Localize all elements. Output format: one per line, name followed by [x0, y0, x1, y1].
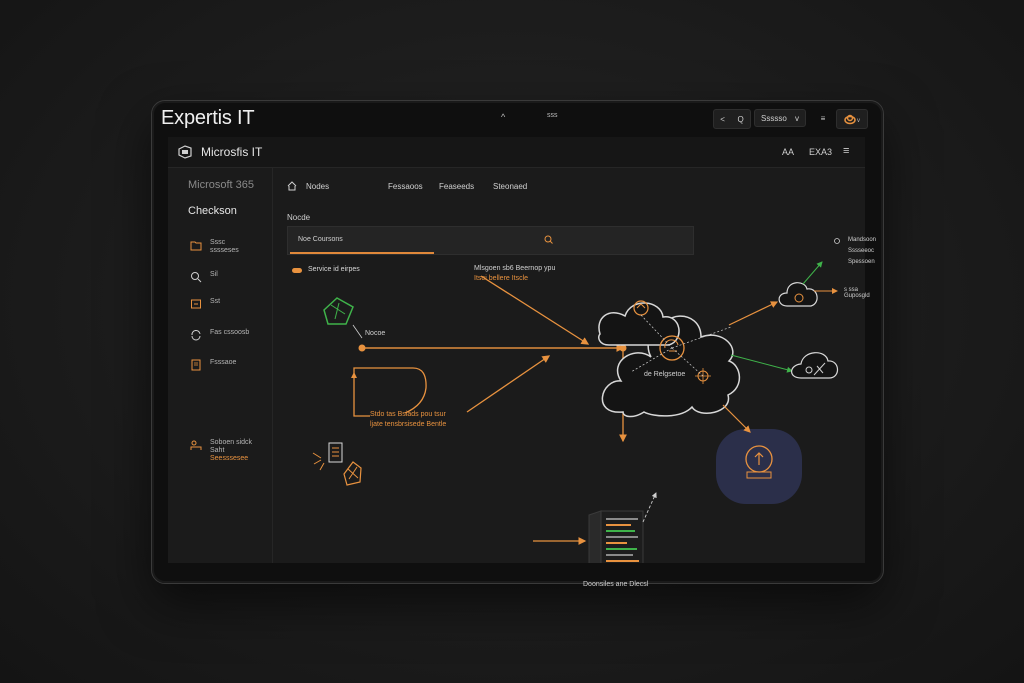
- app-logo-icon: [178, 145, 192, 159]
- cloud-badge-icon: v: [844, 114, 860, 125]
- network-diagram: [292, 238, 840, 563]
- sidebar-item-1[interactable]: Sssc sssseses: [190, 239, 239, 255]
- person-icon: [190, 440, 202, 450]
- window-topbar: Expertis IT ^ sss < Q Ssssso v ≡ v: [152, 101, 883, 137]
- security-badge[interactable]: [716, 429, 802, 504]
- document-icon: [191, 359, 201, 371]
- flow-label-2: Itsoi bellere Itscle: [474, 275, 529, 282]
- sidebar-item-2[interactable]: Sil: [190, 271, 218, 283]
- dropdown-label: Ssssso: [761, 113, 787, 123]
- footer-highlight: Seesssesee: [210, 455, 249, 462]
- sidebar-item-4[interactable]: Fas cssoosb: [190, 329, 249, 341]
- app-screen: Microsfis IT AA EXA3 ≡ Microsoft 365 Che…: [168, 137, 876, 588]
- service-pill-icon: [292, 268, 302, 273]
- right-item-1: Mandsoon: [848, 237, 877, 243]
- diag-arrow-1: [480, 275, 590, 345]
- annotation-1: Stdo tas Bsiads pou tsur: [370, 411, 446, 418]
- sidebar-item-3[interactable]: Sst: [190, 298, 220, 310]
- cloud-label: de Relgsetoe: [644, 371, 686, 378]
- search-icon: [191, 272, 202, 283]
- sync-icon: [191, 330, 201, 341]
- topbar-center-label: sss: [547, 112, 558, 119]
- right-item-4: s ssa Guposgld: [844, 287, 870, 299]
- sidebar-heading: Checkson: [188, 205, 237, 217]
- sidebar-item-label: Fsssaoe: [210, 359, 237, 366]
- connector-line: [352, 324, 363, 339]
- green-arrow: [802, 261, 823, 285]
- back-icon[interactable]: <: [720, 115, 725, 124]
- green-link: [730, 354, 793, 373]
- server-label: Doonsiles ane Dlecsl: [583, 581, 649, 588]
- account-dropdown[interactable]: Ssssso v: [754, 109, 806, 127]
- sidebar-item-sublabel: sssseses: [210, 247, 239, 254]
- app-title: Microsfis IT: [201, 145, 263, 159]
- chevron-down-icon: v: [795, 113, 799, 123]
- chevron-up-icon[interactable]: ^: [501, 112, 505, 122]
- server-rack-icon[interactable]: [588, 510, 644, 563]
- right-item-3: Spessoen: [848, 259, 875, 265]
- sidebar-footer[interactable]: Soboen sidck Saht Seesssesee: [190, 439, 252, 463]
- tools-icon[interactable]: [343, 461, 362, 486]
- nav-button-group: < Q: [713, 109, 751, 129]
- search-icon[interactable]: Q: [737, 115, 743, 124]
- profile-button[interactable]: v: [836, 109, 868, 129]
- badge-arrow: [722, 404, 751, 433]
- box-icon: [191, 299, 201, 309]
- brand-title: Expertis IT: [161, 107, 255, 129]
- footer-label: Soboen sidck: [210, 439, 253, 446]
- sidebar-item-label: Sssc: [210, 239, 226, 246]
- tablet-frame: Expertis IT ^ sss < Q Ssssso v ≡ v Micro…: [151, 100, 884, 588]
- menu-icon[interactable]: ≡: [814, 109, 832, 127]
- main-panel: Nodes Fessaoos Feaseeds Steonaed Nocde N…: [273, 167, 876, 588]
- upper-cloud[interactable]: [597, 302, 680, 346]
- flow-label-1: Mlsgoen sb6 Beernop ypu: [474, 265, 556, 272]
- item-dot: [834, 238, 840, 244]
- svg-text:v: v: [857, 118, 860, 124]
- footer-sublabel: Saht: [210, 447, 225, 454]
- sidebar-item-label: Sil: [210, 271, 218, 278]
- sidebar-item-label: Sst: [210, 298, 221, 305]
- arrow-to-small-cloud: [728, 301, 779, 326]
- sidebar: Microsoft 365 Checkson Sssc sssseses Sil …: [168, 167, 273, 563]
- hamburger-icon[interactable]: ≡: [843, 145, 849, 157]
- loop-arrow-head: [351, 372, 357, 378]
- annotation-2: ljate tensbrsisede Bentle: [370, 421, 447, 428]
- server-up-arrow: [642, 492, 657, 523]
- app-header: Microsfis IT AA EXA3 ≡: [168, 137, 865, 168]
- sidebar-item-label: Fas cssoosb: [210, 329, 250, 336]
- sidebar-item-5[interactable]: Fsssaoe: [190, 359, 236, 371]
- node-label: Nocoe: [365, 330, 386, 337]
- sidebar-subtitle: Microsoft 365: [188, 179, 255, 191]
- diag-arrow-2: [466, 355, 551, 413]
- folder-icon: [190, 241, 202, 251]
- service-label: Service id eirpes: [308, 266, 360, 273]
- font-size-icon[interactable]: AA: [782, 147, 794, 157]
- green-node-icon[interactable]: [323, 297, 354, 325]
- header-label[interactable]: EXA3: [809, 147, 832, 157]
- device-icon[interactable]: [312, 442, 343, 471]
- loop-path: [353, 367, 427, 417]
- right-item-2: Sssseeoc: [848, 248, 875, 254]
